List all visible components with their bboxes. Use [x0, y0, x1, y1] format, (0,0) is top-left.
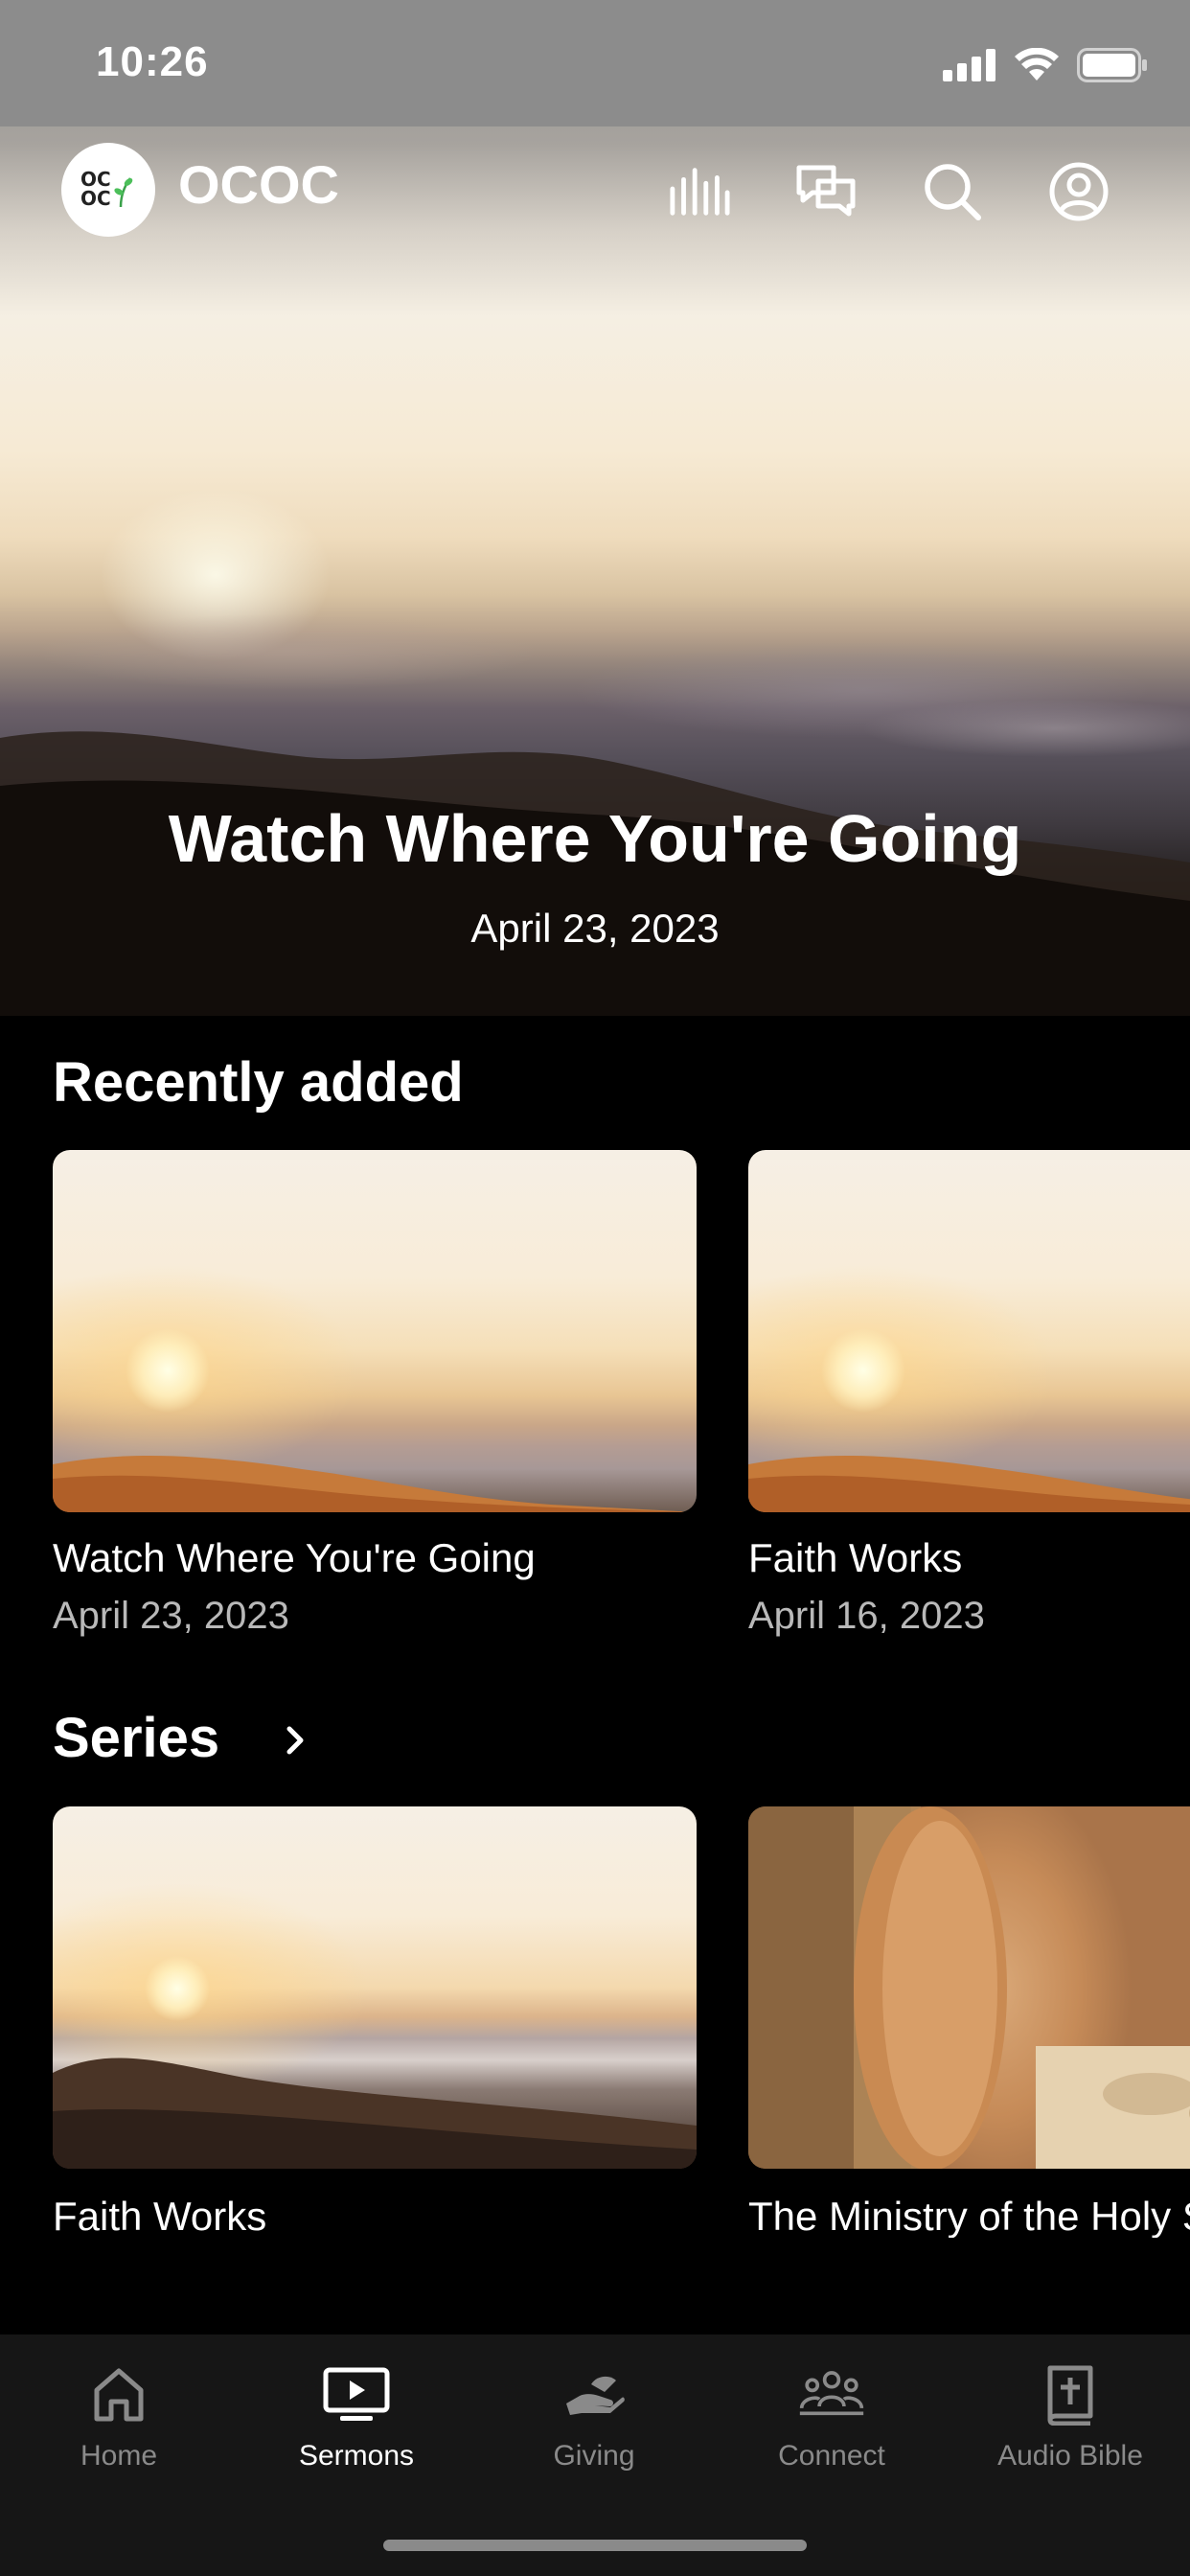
status-time: 10:26: [96, 38, 209, 85]
sermon-card[interactable]: Faith Works April 16, 2023: [748, 1150, 1190, 1638]
tab-label: Connect: [778, 2440, 885, 2472]
wifi-icon: [1015, 48, 1059, 80]
series-card[interactable]: The Ministry of the Holy Spirit: [748, 1806, 1190, 2238]
mountain-ridge: [748, 1455, 1190, 1512]
tv-play-icon: [323, 2361, 390, 2428]
tab-sermons[interactable]: Sermons: [238, 2361, 475, 2496]
status-icons: [943, 46, 1148, 84]
tab-label: Audio Bible: [997, 2440, 1143, 2472]
series-title: Faith Works: [53, 2194, 267, 2238]
church-logo[interactable]: OC OC: [61, 143, 155, 237]
tab-giving[interactable]: Giving: [475, 2361, 713, 2496]
bible-icon: [1037, 2361, 1104, 2428]
sermon-card[interactable]: Watch Where You're Going April 23, 2023: [53, 1150, 697, 1638]
chat-bubbles-icon[interactable]: [795, 161, 857, 222]
sermon-title: Faith Works: [748, 1535, 963, 1580]
sermon-thumbnail[interactable]: [748, 1150, 1190, 1512]
series-thumbnail[interactable]: [748, 1806, 1190, 2169]
recently-added-carousel[interactable]: Watch Where You're Going April 23, 2023 …: [0, 1150, 1190, 1668]
series-thumbnail[interactable]: [53, 1806, 697, 2169]
mountain-ridge: [53, 2058, 697, 2169]
sermon-date: April 23, 2023: [53, 1595, 289, 1637]
group-icon: [798, 2361, 865, 2428]
search-icon[interactable]: [922, 161, 983, 222]
home-icon: [85, 2361, 152, 2428]
giving-hand-icon: [561, 2361, 628, 2428]
app-name: OCOC: [178, 154, 339, 215]
cellular-signal-icon: [943, 49, 995, 81]
battery-icon: [1077, 48, 1147, 82]
logo-icon: OC OC: [80, 168, 133, 210]
series-heading[interactable]: Series: [53, 1706, 219, 1770]
profile-icon[interactable]: [1048, 161, 1110, 222]
tab-home[interactable]: Home: [0, 2361, 238, 2496]
tab-label: Home: [80, 2440, 158, 2472]
hero-title: Watch Where You're Going: [168, 801, 1022, 876]
tomb-stone-image: [748, 1806, 1190, 2169]
tab-label: Sermons: [298, 2440, 415, 2472]
series-card[interactable]: Faith Works: [53, 1806, 697, 2238]
tab-connect[interactable]: Connect: [713, 2361, 950, 2496]
audio-levels-icon[interactable]: [669, 161, 730, 222]
tab-label: Giving: [553, 2440, 635, 2472]
series-carousel[interactable]: Faith Works The Ministry of the Holy Spi…: [0, 1806, 1190, 2238]
recently-added-heading: Recently added: [53, 1051, 464, 1114]
chevron-right-icon[interactable]: [276, 1721, 314, 1760]
home-indicator[interactable]: [383, 2540, 807, 2551]
series-title: The Ministry of the Holy Spirit: [748, 2194, 1190, 2238]
sermon-date: April 16, 2023: [748, 1595, 985, 1637]
sermon-title: Watch Where You're Going: [53, 1535, 536, 1580]
mountain-ridge: [53, 1455, 697, 1512]
sermon-thumbnail[interactable]: [53, 1150, 697, 1512]
svg-text:OC: OC: [80, 187, 111, 210]
hero-date: April 23, 2023: [470, 906, 720, 951]
tab-audio-bible[interactable]: Audio Bible: [950, 2361, 1190, 2496]
status-bar: 10:26: [0, 0, 1190, 126]
app-header: OC OC OCOC: [0, 126, 1190, 251]
